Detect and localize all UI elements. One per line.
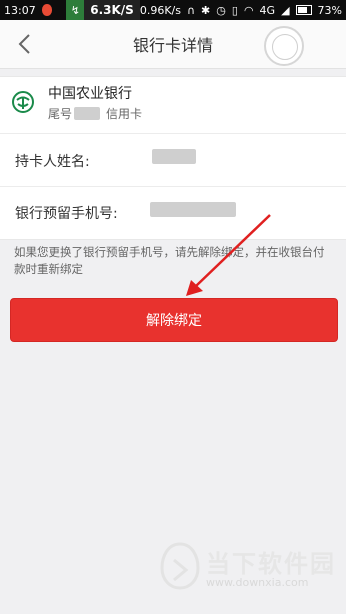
abc-bank-logo-icon <box>12 91 34 113</box>
chevron-left-icon <box>18 34 30 54</box>
page-title: 银行卡详情 <box>132 36 213 55</box>
watermark-url: www.downxia.com <box>206 576 309 589</box>
watermark-title: 当下软件园 <box>206 550 336 578</box>
card-detail-panel: 中国农业银行 尾号 信用卡 持卡人姓名: 银行预留手机号: <box>0 76 346 240</box>
rebind-notice: 如果您更换了银行预留手机号，请先解除绑定，并在收银台付款时重新绑定 <box>14 245 325 276</box>
masked-phone-number <box>150 202 236 217</box>
notification-icon <box>41 4 53 16</box>
status-time: 13:07 <box>4 3 36 17</box>
card-meta: 尾号 信用卡 <box>48 105 142 122</box>
downxia-logo-icon <box>160 542 200 590</box>
nav-bar: 银行卡详情 <box>0 20 346 69</box>
status-right-group: 0.96K/s ∩ ✱ ◷ ▯ ◠ 4G ◢ 73% <box>140 4 346 17</box>
phone-label: 银行预留手机号: <box>15 206 118 222</box>
cardholder-row: 持卡人姓名: <box>0 135 346 185</box>
network-type: 4G <box>259 3 276 17</box>
divider <box>0 133 346 134</box>
floating-assist-button[interactable] <box>264 26 304 66</box>
masked-cardholder-name <box>152 149 196 164</box>
bluetooth-icon: ✱ <box>201 3 211 17</box>
speed-readout: 6.3K/S <box>84 0 140 20</box>
masked-tail-number <box>74 107 101 120</box>
phone-row: 银行预留手机号: <box>0 187 346 237</box>
vibrate-icon: ▯ <box>231 3 238 17</box>
alarm-icon: ◷ <box>216 3 226 17</box>
card-type: 信用卡 <box>106 107 143 121</box>
signal-icon: ◢ <box>281 3 290 17</box>
network-speed: 0.96K/s <box>139 3 181 17</box>
headphone-icon: ∩ <box>186 3 196 17</box>
cardholder-label: 持卡人姓名: <box>15 154 90 170</box>
battery-level: 73% <box>317 3 342 17</box>
status-bar: 13:07 ↯ 6.3K/S 0.96K/s ∩ ✱ ◷ ▯ ◠ 4G ◢ 73… <box>0 0 346 20</box>
wifi-icon: ◠ <box>243 3 254 17</box>
battery-icon <box>295 5 312 15</box>
bank-name: 中国农业银行 <box>48 86 132 102</box>
bank-info-row: 中国农业银行 尾号 信用卡 <box>0 77 346 129</box>
tail-number-label: 尾号 <box>48 107 73 121</box>
watermark: 当下软件园 www.downxia.com <box>160 540 340 600</box>
unbind-button[interactable]: 解除绑定 <box>10 298 338 342</box>
back-button[interactable] <box>14 32 34 56</box>
speed-indicator-icon: ↯ <box>66 0 85 20</box>
